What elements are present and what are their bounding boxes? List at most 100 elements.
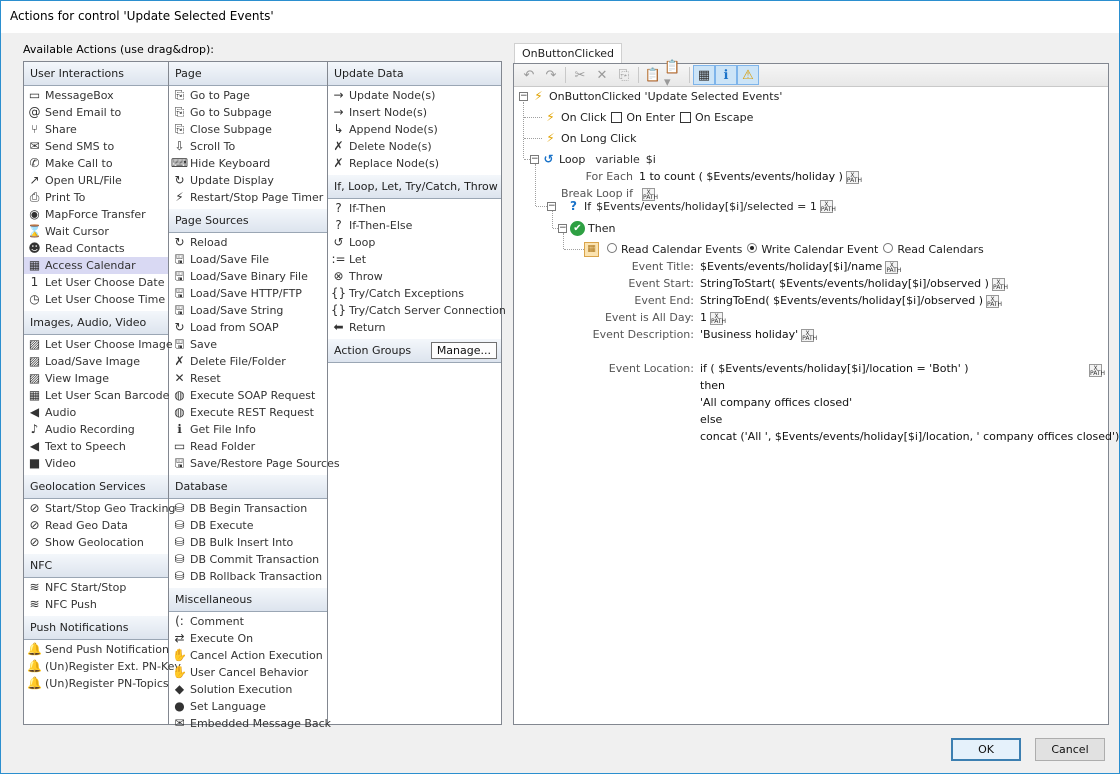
calendar-mode-radio[interactable] [883, 243, 894, 253]
on-enter-checkbox[interactable] [611, 112, 623, 123]
action-item[interactable]: ● Set Language [169, 698, 327, 715]
collapse-then-toggle[interactable]: − [558, 224, 567, 233]
redo-icon[interactable]: ↷ [540, 65, 562, 85]
xpath-edit-button[interactable]: X PATH [801, 328, 817, 342]
event-field-value[interactable]: 1 X PATH [700, 309, 726, 326]
action-item[interactable]: → Insert Node(s) [328, 104, 501, 121]
warning-icon[interactable]: ⚠ [737, 65, 759, 85]
action-item[interactable]: ⌨ Hide Keyboard [169, 155, 327, 172]
action-item[interactable]: ♪ Audio Recording [24, 421, 168, 438]
action-item[interactable]: ✗ Delete Node(s) [328, 138, 501, 155]
action-item[interactable]: ? If-Then [328, 200, 501, 217]
delete-icon[interactable]: ✕ [591, 65, 613, 85]
tab-onbuttonclicked[interactable]: OnButtonClicked [514, 43, 623, 64]
action-item[interactable]: ◉ MapForce Transfer [24, 206, 168, 223]
event-field-value[interactable]: StringToStart( $Events/events/holiday[$i… [700, 275, 1008, 292]
action-item[interactable]: 🖫 Load/Save Binary File [169, 268, 327, 285]
xpath-edit-button[interactable]: X PATH [710, 311, 726, 325]
collapse-loop-toggle[interactable]: − [530, 155, 539, 164]
action-item[interactable]: ☻ Read Contacts [24, 240, 168, 257]
action-item[interactable]: → Update Node(s) [328, 87, 501, 104]
action-item[interactable]: ✆ Make Call to [24, 155, 168, 172]
action-item[interactable]: ↳ Append Node(s) [328, 121, 501, 138]
action-item[interactable]: ■ Video [24, 455, 168, 472]
action-item[interactable]: ✋ User Cancel Behavior [169, 664, 327, 681]
action-item[interactable]: ↻ Update Display [169, 172, 327, 189]
action-item[interactable]: := Let [328, 251, 501, 268]
action-item[interactable]: ✗ Delete File/Folder [169, 353, 327, 370]
action-item[interactable]: ⇩ Scroll To [169, 138, 327, 155]
action-item[interactable]: ⛁ DB Begin Transaction [169, 500, 327, 517]
action-item[interactable]: ⌛ Wait Cursor [24, 223, 168, 240]
action-item[interactable]: ⊗ Throw [328, 268, 501, 285]
action-item[interactable]: ⛁ DB Rollback Transaction [169, 568, 327, 585]
event-field-value[interactable]: $Events/events/holiday[$i]/name X PATH [700, 258, 901, 275]
action-item[interactable]: ◷ Let User Choose Time [24, 291, 168, 308]
action-item[interactable]: ↗ Open URL/File [24, 172, 168, 189]
action-item[interactable]: ⇄ Execute On [169, 630, 327, 647]
collapse-root-toggle[interactable]: − [519, 92, 528, 101]
cancel-button[interactable]: Cancel [1035, 738, 1105, 761]
action-item[interactable]: ▭ Read Folder [169, 438, 327, 455]
action-item[interactable]: ≋ NFC Push [24, 596, 168, 613]
action-item[interactable]: 🔔 (Un)Register PN-Topics [24, 675, 169, 692]
tree-node-if[interactable]: ? If $Events/events/holiday[$i]/selected… [566, 198, 836, 215]
action-item[interactable]: ⚡ Restart/Stop Page Timer [169, 189, 327, 206]
action-item[interactable]: ⛁ DB Execute [169, 517, 327, 534]
action-item[interactable]: {} Try/Catch Server Connection [328, 302, 506, 319]
tree-node-loop[interactable]: ↺ Loop variable $i [541, 151, 655, 168]
tree-node-then[interactable]: ✔ Then [570, 220, 615, 237]
manage-action-groups-button[interactable]: Manage... [430, 342, 497, 359]
action-item[interactable]: 🖫 Save [169, 336, 327, 353]
action-item[interactable]: ↻ Reload [169, 234, 327, 251]
info-icon[interactable]: ℹ [715, 65, 737, 85]
action-item[interactable]: 🔔 Send Push Notification [24, 641, 169, 658]
action-item[interactable]: ▦ Access Calendar [24, 257, 168, 274]
paste-icon[interactable]: 📋 [642, 65, 664, 85]
tree-node-calendar[interactable]: ▦ Read Calendar Events Write Calendar Eve… [584, 241, 984, 258]
xpath-edit-button[interactable]: X PATH [986, 294, 1002, 308]
action-item[interactable]: ⛁ DB Bulk Insert Into [169, 534, 327, 551]
on-escape-checkbox[interactable] [680, 112, 691, 123]
action-item[interactable]: ✋ Cancel Action Execution [169, 647, 327, 664]
action-item[interactable]: ℹ Get File Info [169, 421, 327, 438]
action-item[interactable]: ⎙ Print To [24, 189, 168, 206]
action-item[interactable]: ⎘ Close Subpage [169, 121, 327, 138]
action-item[interactable]: ◆ Solution Execution [169, 681, 327, 698]
action-item[interactable]: ⊘ Start/Stop Geo Tracking [24, 500, 175, 517]
event-field-value[interactable]: 'Business holiday' X PATH [700, 326, 817, 343]
action-item[interactable]: ⊘ Read Geo Data [24, 517, 168, 534]
action-item[interactable]: ⑂ Share [24, 121, 168, 138]
grid-view-icon[interactable]: ▦ [693, 65, 715, 85]
action-item[interactable]: ? If-Then-Else [328, 217, 501, 234]
action-item[interactable]: ▦ Let User Scan Barcode [24, 387, 170, 404]
calendar-mode-radio[interactable] [747, 243, 758, 253]
collapse-if-toggle[interactable]: − [547, 202, 556, 211]
action-item[interactable]: 🖫 Load/Save String [169, 302, 327, 319]
action-item[interactable]: ⎘ Go to Subpage [169, 104, 327, 121]
ok-button[interactable]: OK [951, 738, 1021, 761]
action-item[interactable]: ◍ Execute REST Request [169, 404, 327, 421]
xpath-edit-button[interactable]: X PATH [845, 170, 862, 184]
action-item[interactable]: ✉ Embedded Message Back [169, 715, 331, 732]
action-item[interactable]: ↻ Load from SOAP [169, 319, 327, 336]
action-item[interactable]: 🖫 Load/Save File [169, 251, 327, 268]
action-item[interactable]: ⊘ Show Geolocation [24, 534, 168, 551]
action-item[interactable]: (: Comment [169, 613, 327, 630]
action-item[interactable]: ✉ Send SMS to [24, 138, 168, 155]
action-item[interactable]: 🔔 (Un)Register Ext. PN-Key [24, 658, 181, 675]
cut-icon[interactable]: ✂ [569, 65, 591, 85]
tree-node-root[interactable]: ⚡ OnButtonClicked 'Update Selected Event… [531, 88, 782, 105]
xpath-edit-button[interactable]: X PATH [819, 200, 836, 213]
event-location-value[interactable]: if ( $Events/events/holiday[$i]/location… [700, 360, 1119, 445]
undo-icon[interactable]: ↶ [518, 65, 540, 85]
action-item[interactable]: ≋ NFC Start/Stop [24, 579, 168, 596]
action-item[interactable]: 1 Let User Choose Date [24, 274, 168, 291]
action-item[interactable]: ⬅ Return [328, 319, 501, 336]
action-item[interactable]: ◍ Execute SOAP Request [169, 387, 327, 404]
action-item[interactable]: ◀ Text to Speech [24, 438, 168, 455]
action-item[interactable]: ✗ Replace Node(s) [328, 155, 501, 172]
copy-icon[interactable]: ⎘ [613, 65, 635, 85]
action-item[interactable]: 🖫 Load/Save HTTP/FTP [169, 285, 327, 302]
action-item[interactable]: ▨ Load/Save Image [24, 353, 168, 370]
